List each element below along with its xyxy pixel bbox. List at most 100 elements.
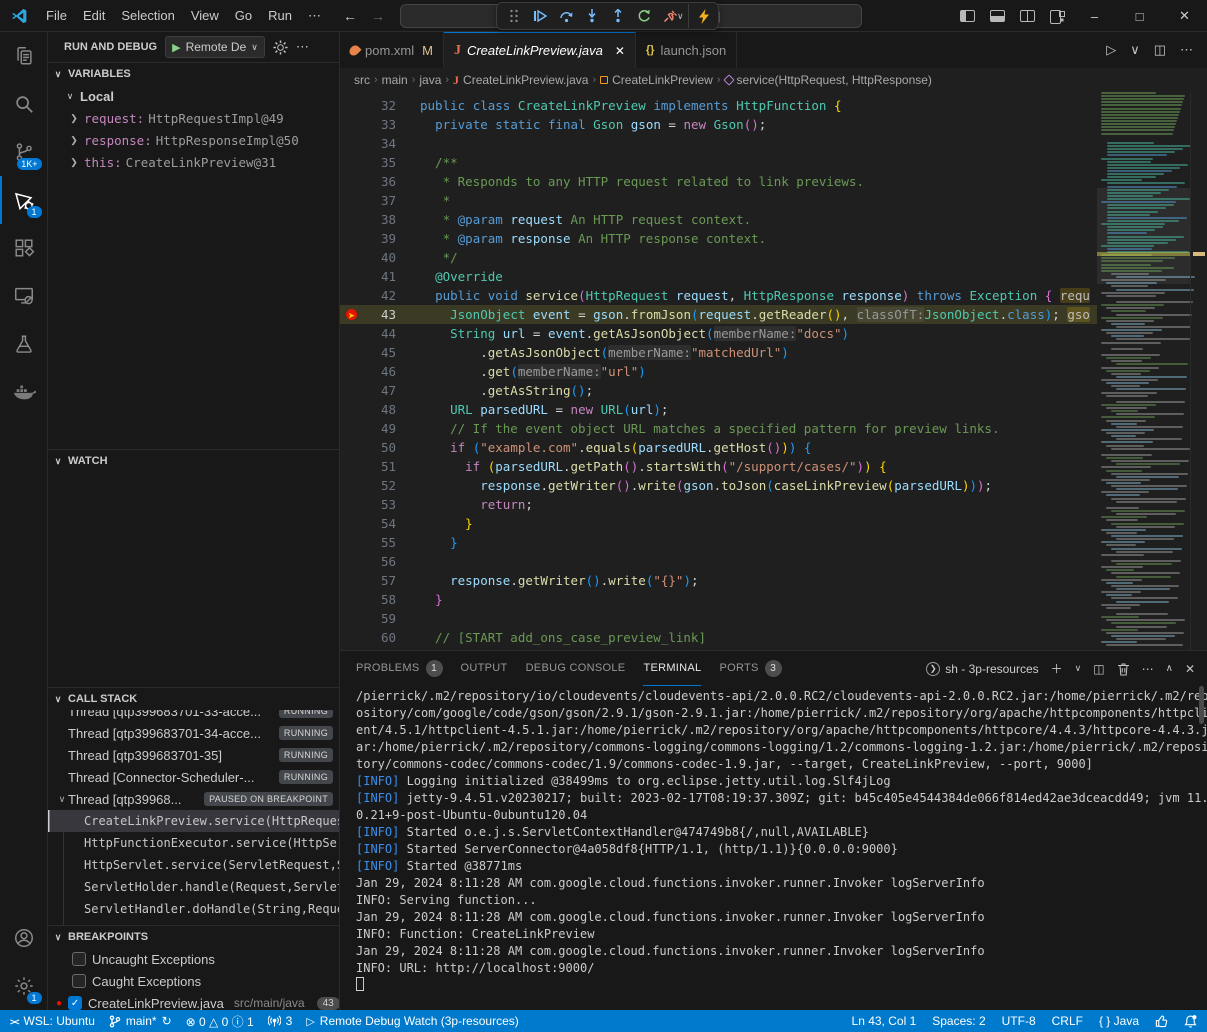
activity-source-control[interactable]: 1K+	[0, 128, 48, 176]
gutter-glyph[interactable]	[340, 495, 362, 514]
code-line-32[interactable]: 32public class CreateLinkPreview impleme…	[340, 96, 1097, 115]
split-terminal-button[interactable]: ◫	[1093, 662, 1104, 676]
code-line-46[interactable]: 46 .get(memberName:"url")	[340, 362, 1097, 381]
gutter-glyph[interactable]	[340, 191, 362, 210]
gutter-glyph[interactable]: ➤	[340, 305, 362, 324]
toggle-primary-sidebar-icon[interactable]	[952, 10, 982, 22]
gutter-glyph[interactable]	[340, 438, 362, 457]
breadcrumb-item[interactable]: java	[419, 73, 441, 87]
breakpoint-checkbox[interactable]	[72, 952, 86, 966]
panel-more-actions-icon[interactable]: ⋯	[1142, 662, 1154, 676]
kill-terminal-button[interactable]	[1117, 662, 1130, 676]
breadcrumb-item[interactable]: CreateLinkPreview.java	[463, 73, 588, 87]
breakpoint-row[interactable]: Uncaught Exceptions	[48, 948, 339, 970]
code-line-39[interactable]: 39 * @param response An HTTP response co…	[340, 229, 1097, 248]
code-line-49[interactable]: 49 // If the event object URL matches a …	[340, 419, 1097, 438]
status--java[interactable]: { } Java	[1099, 1014, 1139, 1028]
forward-arrow-icon[interactable]: →	[371, 8, 385, 24]
stack-frame[interactable]: HttpServlet.service(ServletRequest,S	[48, 854, 339, 876]
status-crlf[interactable]: CRLF	[1052, 1014, 1083, 1028]
thread-row[interactable]: Thread [qtp399683701-35]RUNNING	[48, 744, 339, 766]
breadcrumb-item[interactable]: CreateLinkPreview	[612, 73, 713, 87]
status-spaces-2[interactable]: Spaces: 2	[932, 1014, 985, 1028]
panel-tab-terminal[interactable]: TERMINAL	[643, 651, 701, 686]
panel-tab-debug-console[interactable]: DEBUG CONSOLE	[526, 651, 626, 686]
panel-tab-problems[interactable]: PROBLEMS1	[356, 651, 443, 686]
gutter-glyph[interactable]	[340, 476, 362, 495]
gutter-glyph[interactable]	[340, 267, 362, 286]
terminal-instance-label[interactable]: ❯ sh - 3p-resources	[926, 662, 1038, 676]
maximize-panel-icon[interactable]: ∧	[1166, 663, 1173, 674]
gutter-glyph[interactable]	[340, 628, 362, 647]
code-line-44[interactable]: 44 String url = event.getAsJsonObject(me…	[340, 324, 1097, 343]
breakpoint-checkbox[interactable]	[72, 974, 86, 988]
run-java-button[interactable]: ▷	[1106, 42, 1116, 58]
activity-run-and-debug[interactable]: 1	[0, 176, 48, 224]
start-debug-icon[interactable]: ▶	[172, 41, 180, 54]
status-branch[interactable]: main*↻	[109, 1014, 172, 1028]
breakpoint-checkbox[interactable]: ✓	[68, 996, 82, 1010]
gutter-glyph[interactable]	[340, 210, 362, 229]
status-utf-8[interactable]: UTF-8	[1002, 1014, 1036, 1028]
activity-settings[interactable]: 1	[0, 962, 48, 1010]
menu-selection[interactable]: Selection	[113, 5, 182, 27]
gutter-glyph[interactable]	[340, 153, 362, 172]
code-line-60[interactable]: 60 // [START add_ons_case_preview_link]	[340, 628, 1097, 647]
debug-gear-icon[interactable]	[273, 40, 288, 55]
code-line-38[interactable]: 38 * @param request An HTTP request cont…	[340, 210, 1097, 229]
menu-view[interactable]: View	[183, 5, 227, 27]
thread-row[interactable]: Thread [Connector-Scheduler-...RUNNING	[48, 766, 339, 788]
menu-edit[interactable]: Edit	[75, 5, 113, 27]
breakpoint-row[interactable]: ●✓CreateLinkPreview.javasrc/main/java43	[48, 992, 339, 1010]
activity-accounts[interactable]	[0, 914, 48, 962]
gutter-glyph[interactable]	[340, 514, 362, 533]
gutter-glyph[interactable]	[340, 381, 362, 400]
menu-file[interactable]: File	[38, 5, 75, 27]
feedback-icon[interactable]	[1155, 1015, 1168, 1028]
code-line-42[interactable]: 42 public void service(HttpRequest reque…	[340, 286, 1097, 305]
tab-launch.json[interactable]: {}launch.json	[636, 32, 737, 68]
continue-button[interactable]	[527, 4, 553, 28]
code-line-59[interactable]: 59	[340, 609, 1097, 628]
code-line-36[interactable]: 36 * Responds to any HTTP request relate…	[340, 172, 1097, 191]
status-debug[interactable]: ▷Remote Debug Watch (3p-resources)	[306, 1014, 518, 1028]
variable-row[interactable]: ❯this: CreateLinkPreview@31	[48, 151, 339, 173]
tab-CreateLinkPreview.java[interactable]: JCreateLinkPreview.java✕	[444, 32, 636, 68]
new-terminal-button[interactable]: ＋	[1051, 660, 1063, 677]
status-remote[interactable]: ><WSL: Ubuntu	[10, 1014, 95, 1028]
terminal-output[interactable]: /pierrick/.m2/repository/io/cloudevents/…	[340, 686, 1207, 1010]
code-line-57[interactable]: 57 response.getWriter().write("{}");	[340, 571, 1097, 590]
run-chevron-icon[interactable]: ∨	[1130, 42, 1140, 58]
code-line-47[interactable]: 47 .getAsString();	[340, 381, 1097, 400]
gutter-glyph[interactable]	[340, 96, 362, 115]
code-line-56[interactable]: 56	[340, 552, 1097, 571]
gutter-glyph[interactable]	[340, 248, 362, 267]
minimize-button[interactable]: –	[1072, 0, 1117, 32]
status-errors-warnings[interactable]: ⊗ 0 △ 0 ⓘ 1	[186, 1013, 254, 1030]
menu-⋯[interactable]: ⋯	[300, 5, 329, 27]
editor-more-actions-icon[interactable]: ⋯	[1180, 42, 1193, 58]
scope-local[interactable]: ∨ Local	[48, 85, 339, 107]
call-stack-header[interactable]: ∨ CALL STACK	[48, 688, 339, 710]
overview-ruler[interactable]	[1190, 92, 1207, 650]
close-panel-icon[interactable]: ✕	[1185, 662, 1195, 676]
thread-row[interactable]: Thread [qtp399683701-34-acce...RUNNING	[48, 722, 339, 744]
breadcrumb[interactable]: src›main›java›JCreateLinkPreview.java›Cr…	[340, 68, 1207, 92]
code-line-37[interactable]: 37 *	[340, 191, 1097, 210]
code-line-40[interactable]: 40 */	[340, 248, 1097, 267]
breadcrumb-item[interactable]: service(HttpRequest, HttpResponse)	[737, 73, 932, 87]
gutter-glyph[interactable]	[340, 229, 362, 248]
activity-extensions[interactable]	[0, 224, 48, 272]
gutter-glyph[interactable]	[340, 172, 362, 191]
minimap[interactable]	[1097, 92, 1190, 650]
gutter-glyph[interactable]	[340, 533, 362, 552]
breakpoint-row[interactable]: Caught Exceptions	[48, 970, 339, 992]
watch-header[interactable]: ∨ WATCH	[48, 450, 339, 472]
breadcrumb-item[interactable]: main	[382, 73, 408, 87]
code-line-50[interactable]: 50 if ("example.com".equals(parsedURL.ge…	[340, 438, 1097, 457]
gutter-glyph[interactable]	[340, 324, 362, 343]
code-line-35[interactable]: 35 /**	[340, 153, 1097, 172]
sidebar-more-actions-icon[interactable]: ⋯	[296, 39, 309, 55]
lightning-button[interactable]	[688, 4, 714, 28]
activity-search[interactable]	[0, 80, 48, 128]
